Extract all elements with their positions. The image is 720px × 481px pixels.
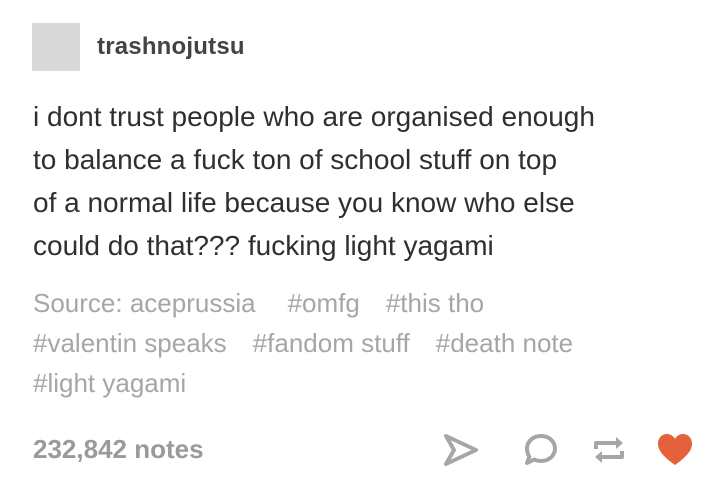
post-card: trashnojutsu i dont trust people who are… [0, 0, 720, 481]
tag-link[interactable]: #fandom stuff [253, 328, 410, 358]
tag-link[interactable]: #this tho [386, 288, 484, 318]
username-link[interactable]: trashnojutsu [97, 33, 245, 61]
post-body-line: i dont trust people who are organised en… [33, 101, 595, 132]
tag-link[interactable]: #valentin speaks [33, 328, 227, 358]
reblog-icon [594, 437, 624, 463]
like-heart-icon [658, 434, 692, 465]
post-body-line: could do that??? fucking light yagami [33, 230, 494, 261]
post-meta: Source: aceprussia #omfg #this tho #valent… [33, 283, 703, 403]
notes-count[interactable]: 232,842 notes [33, 434, 204, 465]
share-button[interactable] [441, 430, 481, 470]
avatar[interactable] [32, 23, 80, 71]
tag-link[interactable]: #omfg [288, 288, 360, 318]
reblog-button[interactable] [589, 430, 629, 470]
share-icon [444, 434, 478, 466]
post-body-line: of a normal life because you know who el… [33, 187, 575, 218]
post-body: i dont trust people who are organised en… [33, 95, 703, 267]
post-body-line: to balance a fuck ton of school stuff on… [33, 144, 558, 175]
tag-link[interactable]: #light yagami [33, 368, 186, 398]
tag-link[interactable]: #death note [436, 328, 573, 358]
post-footer: 232,842 notes [33, 428, 693, 472]
reply-icon [525, 434, 557, 465]
reply-button[interactable] [521, 430, 561, 470]
like-button[interactable] [655, 430, 695, 470]
source-link[interactable]: Source: aceprussia [33, 288, 256, 318]
post-actions [393, 428, 693, 472]
